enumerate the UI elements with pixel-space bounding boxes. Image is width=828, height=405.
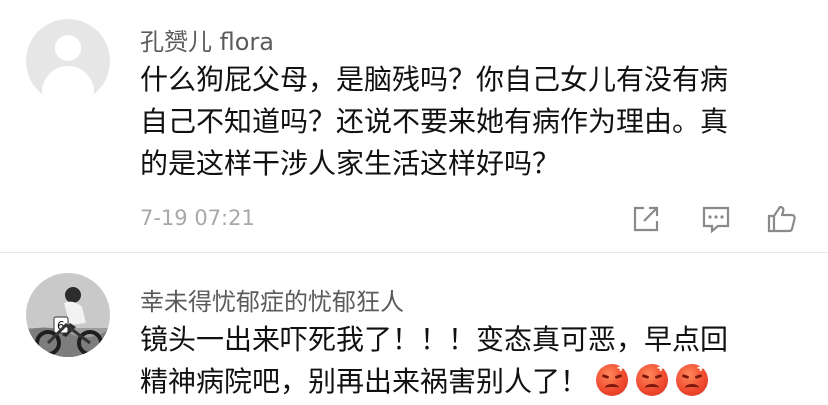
comment-line: 的是这样干涉人家生活这样好吗？ — [140, 147, 561, 180]
comment-line: 自己不知道吗？还说不要来她有病作为理由。真 — [140, 105, 729, 138]
reply-button[interactable] — [700, 203, 736, 239]
angry-emoji: ✚ — [676, 364, 709, 396]
motocross-photo: 6 — [26, 273, 110, 357]
comment-line-with-emoji: 精神病院吧，别再出来祸害别人了！ ✚ ✚ ✚ — [140, 361, 800, 403]
share-button[interactable] — [630, 203, 666, 239]
comment-line: 镜头一出来吓死我了！！！变态真可恶，早点回 — [140, 323, 729, 356]
share-icon — [633, 206, 659, 232]
comment-text: 什么狗屁父母，是脑残吗？你自己女儿有没有病 自己不知道吗？还说不要来她有病作为理… — [140, 59, 800, 185]
comment-item: 6 幸未得忧郁症的忧郁狂人 镜头一出来吓死我了！！！变态真可恶，早点回 精神病院… — [0, 253, 828, 405]
like-button[interactable] — [766, 203, 802, 239]
comment-line: 精神病院吧，别再出来祸害别人了！ — [140, 365, 589, 398]
thumbs-up-icon — [767, 205, 796, 233]
avatar-body-shape — [42, 66, 94, 103]
comment-icon — [702, 206, 730, 234]
avatar-head-shape — [55, 35, 81, 61]
comment-item: 孔赟儿 flora 什么狗屁父母，是脑残吗？你自己女儿有没有病 自己不知道吗？还… — [0, 0, 828, 250]
avatar[interactable] — [26, 19, 110, 103]
avatar[interactable]: 6 — [26, 273, 110, 357]
timestamp: 7-19 07:21 — [140, 206, 255, 230]
comment-line: 什么狗屁父母，是脑残吗？你自己女儿有没有病 — [140, 63, 729, 96]
username[interactable]: 孔赟儿 flora — [140, 22, 274, 57]
comment-text: 镜头一出来吓死我了！！！变态真可恶，早点回 精神病院吧，别再出来祸害别人了！ ✚ ✚… — [140, 319, 800, 403]
username[interactable]: 幸未得忧郁症的忧郁狂人 — [140, 282, 404, 317]
angry-emoji: ✚ — [636, 364, 669, 396]
angry-emoji: ✚ — [596, 364, 629, 396]
